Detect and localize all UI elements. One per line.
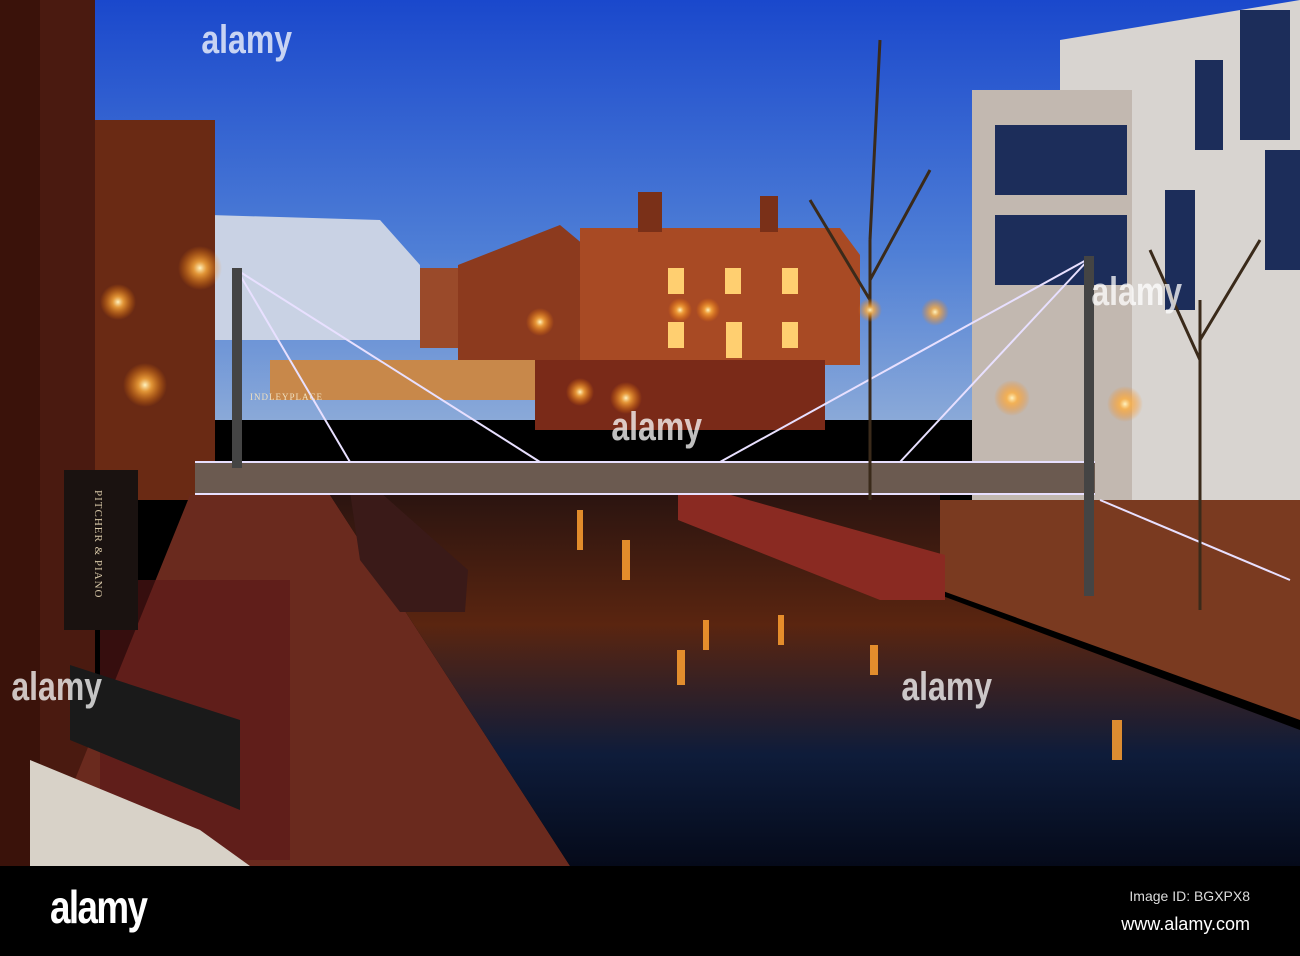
watermark: alamy [611, 405, 703, 449]
bridge-sign: INDLEYPLACE [250, 392, 323, 402]
footer-bar: alamy Image ID: BGXPX8 www.alamy.com [0, 866, 1300, 956]
website-link[interactable]: www.alamy.com [1121, 914, 1250, 935]
restaurant-sign: PITCHER & PIANO [92, 490, 104, 599]
alamy-logo: alamy [50, 881, 148, 933]
image-id: Image ID: BGXPX8 [1129, 888, 1250, 904]
watermark: alamy [1091, 270, 1183, 314]
watermark: alamy [901, 665, 993, 709]
brick-house-main [580, 228, 860, 365]
photo-frame: PITCHER & PIANO INDLEYPLACE alamy alamy … [0, 0, 1300, 956]
watermark: alamy [11, 665, 103, 709]
watermark: alamy [201, 18, 293, 62]
footbridge-deck [195, 462, 1095, 494]
